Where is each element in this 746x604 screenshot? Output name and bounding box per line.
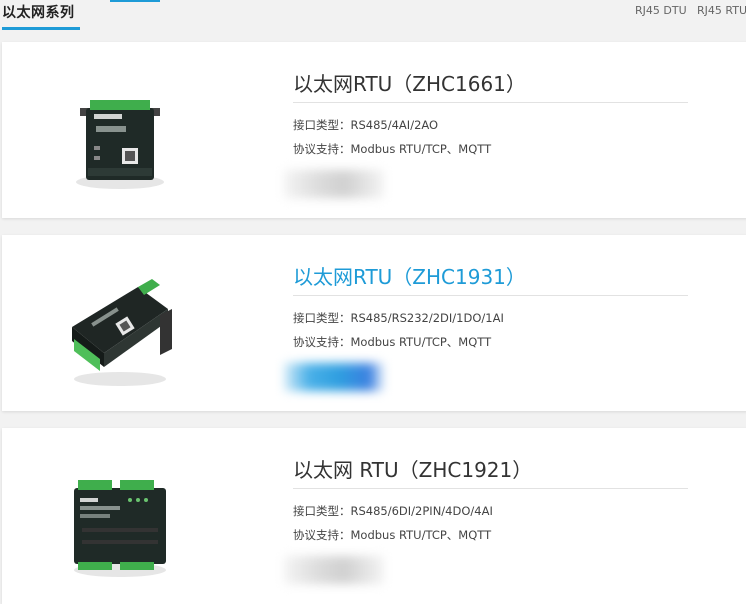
zhc1931-device-image[interactable] xyxy=(60,257,180,387)
nav-link-rj45-rtu[interactable]: RJ45 RTU xyxy=(697,4,746,17)
product-card-zhc1921[interactable]: 以太网 RTU（ZHC1921） 接口类型：RS485/6DI/2PIN/4DO… xyxy=(2,428,746,604)
nav-link-rj45-dtu[interactable]: RJ45 DTU xyxy=(635,4,687,17)
protocol-support-text: 协议支持：Modbus RTU/TCP、MQTT xyxy=(293,142,492,156)
product-title[interactable]: 以太网RTU（ZHC1661） xyxy=(293,68,526,97)
product-card-zhc1931[interactable]: 以太网RTU（ZHC1931） 接口类型：RS485/RS232/2DI/1DO… xyxy=(2,235,746,411)
blurred-detail-button[interactable] xyxy=(284,556,384,584)
protocol-support-text: 协议支持：Modbus RTU/TCP、MQTT xyxy=(293,528,492,542)
product-card-zhc1661[interactable]: 以太网RTU（ZHC1661） 接口类型：RS485/4AI/2AO 协议支持：… xyxy=(2,42,746,218)
series-tab-ethernet[interactable]: 以太网系列 xyxy=(2,2,75,22)
interface-type-text: 接口类型：RS485/6DI/2PIN/4DO/4AI xyxy=(293,504,493,518)
top-accent-line xyxy=(110,0,160,2)
title-divider xyxy=(293,102,688,103)
interface-type-text: 接口类型：RS485/RS232/2DI/1DO/1AI xyxy=(293,311,504,325)
blurred-detail-button[interactable] xyxy=(284,170,384,198)
zhc1921-device-image[interactable] xyxy=(60,450,180,580)
title-divider xyxy=(293,488,688,489)
top-bar: 以太网系列 RJ45 DTU RJ45 RTU xyxy=(0,0,746,30)
interface-type-text: 接口类型：RS485/4AI/2AO xyxy=(293,118,439,132)
protocol-support-text: 协议支持：Modbus RTU/TCP、MQTT xyxy=(293,335,492,349)
product-title[interactable]: 以太网 RTU（ZHC1921） xyxy=(293,454,532,483)
active-tab-underline xyxy=(2,27,80,30)
zhc1661-device-image[interactable] xyxy=(60,64,180,194)
product-title[interactable]: 以太网RTU（ZHC1931） xyxy=(293,261,526,290)
blurred-detail-button[interactable] xyxy=(284,363,384,391)
title-divider xyxy=(293,295,688,296)
